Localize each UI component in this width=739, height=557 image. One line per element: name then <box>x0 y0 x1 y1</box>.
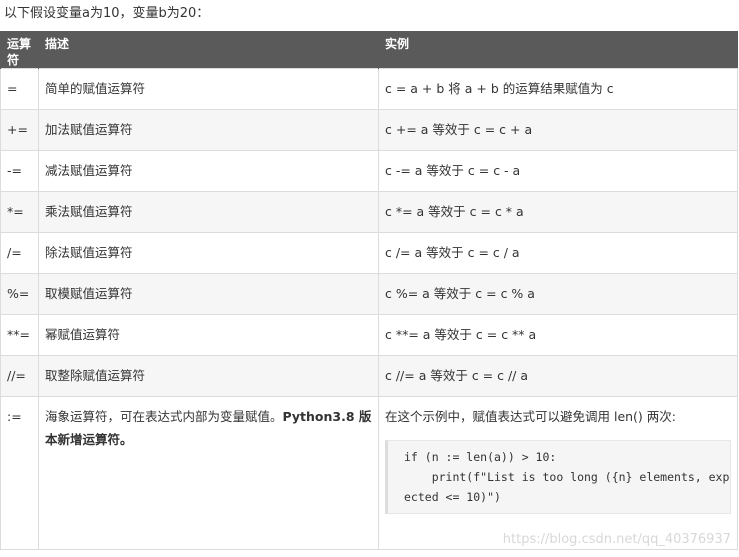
operator-cell: -= <box>0 150 39 192</box>
table-row: -= 减法赋值运算符 c -= a 等效于 c = c - a <box>0 150 738 192</box>
example-cell: c -= a 等效于 c = c - a <box>378 150 738 192</box>
description-cell: 取模赋值运算符 <box>38 273 379 315</box>
code-block: if (n := len(a)) > 10: print(f"List is t… <box>385 440 731 514</box>
description-cell: 简单的赋值运算符 <box>38 68 379 110</box>
description-cell: 除法赋值运算符 <box>38 232 379 274</box>
intro-text: 以下假设变量a为10，变量b为20： <box>4 6 210 21</box>
watermark: https://blog.csdn.net/qq_40376937 <box>502 532 731 547</box>
example-cell: c += a 等效于 c = c + a <box>378 109 738 151</box>
operator-cell: //= <box>0 355 39 397</box>
description-cell: 减法赋值运算符 <box>38 150 379 192</box>
example-cell: c *= a 等效于 c = c * a <box>378 191 738 233</box>
code-line: print(f"List is too long ({n} elements, … <box>404 470 730 484</box>
example-cell: c **= a 等效于 c = c ** a <box>378 314 738 356</box>
example-cell: 在这个示例中，赋值表达式可以避免调用 len() 两次: if (n := le… <box>378 396 738 550</box>
header-operator: 运算符 <box>0 31 39 69</box>
operator-cell: := <box>0 396 39 550</box>
example-cell: c = a + b 将 a + b 的运算结果赋值为 c <box>378 68 738 110</box>
description-cell: 海象运算符，可在表达式内部为变量赋值。Python3.8 版本新增运算符。 <box>38 396 379 550</box>
walrus-description: 海象运算符，可在表达式内部为变量赋值。 <box>45 409 283 424</box>
operator-cell: /= <box>0 232 39 274</box>
table-row: /= 除法赋值运算符 c /= a 等效于 c = c / a <box>0 232 738 274</box>
table-row: %= 取模赋值运算符 c %= a 等效于 c = c % a <box>0 273 738 315</box>
table-row: += 加法赋值运算符 c += a 等效于 c = c + a <box>0 109 738 151</box>
description-cell: 乘法赋值运算符 <box>38 191 379 233</box>
table-row: = 简单的赋值运算符 c = a + b 将 a + b 的运算结果赋值为 c <box>0 68 738 110</box>
operator-cell: += <box>0 109 39 151</box>
example-cell: c //= a 等效于 c = c // a <box>378 355 738 397</box>
description-cell: 取整除赋值运算符 <box>38 355 379 397</box>
example-cell: c /= a 等效于 c = c / a <box>378 232 738 274</box>
header-description: 描述 <box>38 31 379 69</box>
operators-table: 运算符 描述 实例 = 简单的赋值运算符 c = a + b 将 a + b 的… <box>0 31 738 550</box>
table-row: **= 幂赋值运算符 c **= a 等效于 c = c ** a <box>0 314 738 356</box>
operator-cell: %= <box>0 273 39 315</box>
description-cell: 幂赋值运算符 <box>38 314 379 356</box>
walrus-example-text: 在这个示例中，赋值表达式可以避免调用 len() 两次: <box>385 409 676 424</box>
header-example: 实例 <box>378 31 738 69</box>
table-row-walrus: := 海象运算符，可在表达式内部为变量赋值。Python3.8 版本新增运算符。… <box>0 396 738 550</box>
table-row: *= 乘法赋值运算符 c *= a 等效于 c = c * a <box>0 191 738 233</box>
example-cell: c %= a 等效于 c = c % a <box>378 273 738 315</box>
code-line: if (n := len(a)) > 10: <box>404 450 557 464</box>
operator-cell: = <box>0 68 39 110</box>
code-line: ected <= 10)") <box>404 490 501 504</box>
description-cell: 加法赋值运算符 <box>38 109 379 151</box>
table-row: //= 取整除赋值运算符 c //= a 等效于 c = c // a <box>0 355 738 397</box>
operator-cell: *= <box>0 191 39 233</box>
operator-cell: **= <box>0 314 39 356</box>
table-header-row: 运算符 描述 实例 <box>0 31 738 69</box>
